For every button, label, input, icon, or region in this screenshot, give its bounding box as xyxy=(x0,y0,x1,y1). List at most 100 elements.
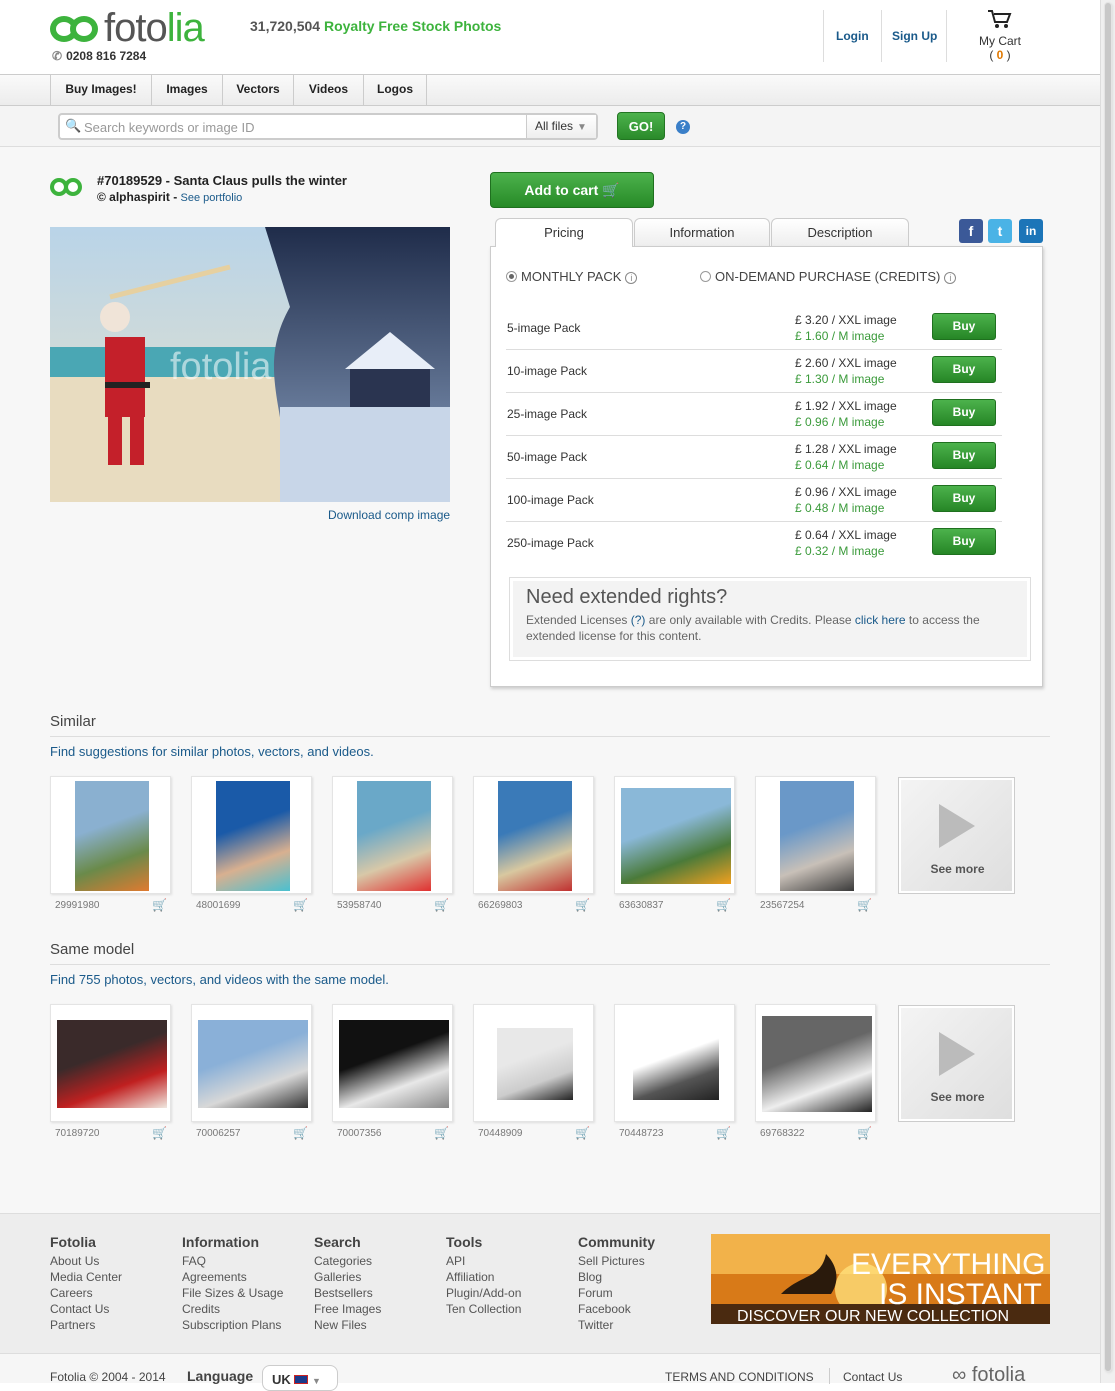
buy-button[interactable]: Buy xyxy=(932,442,996,469)
footer-link[interactable]: Facebook xyxy=(578,1301,655,1317)
footer-link[interactable]: FAQ xyxy=(182,1253,283,1269)
go-button[interactable]: GO! xyxy=(617,112,665,140)
footer-link[interactable]: About Us xyxy=(50,1253,122,1269)
footer-link[interactable]: Subscription Plans xyxy=(182,1317,283,1333)
nav-images[interactable]: Images xyxy=(151,75,222,106)
banner-line-1: EVERYTHING xyxy=(851,1248,1046,1281)
my-cart[interactable]: My Cart ( 0 ) xyxy=(975,8,1025,62)
click-here-link[interactable]: click here xyxy=(855,613,906,627)
language-select[interactable]: UK ▼ xyxy=(262,1365,338,1391)
similar-thumbnail[interactable] xyxy=(473,776,594,894)
add-to-cart-icon[interactable]: 🛒 xyxy=(152,1126,167,1140)
see-more-same-model-button[interactable]: See more xyxy=(898,1005,1015,1122)
nav-videos[interactable]: Videos xyxy=(293,75,363,106)
footer-link[interactable]: Twitter xyxy=(578,1317,655,1333)
add-to-cart-icon[interactable]: 🛒 xyxy=(575,1126,590,1140)
contact-link[interactable]: Contact Us xyxy=(843,1370,902,1384)
footer-link[interactable]: Bestsellers xyxy=(314,1285,381,1301)
buy-button[interactable]: Buy xyxy=(932,313,996,340)
download-comp-link[interactable]: Download comp image xyxy=(328,508,450,522)
same-model-thumbnail[interactable] xyxy=(755,1004,876,1122)
add-to-cart-button[interactable]: Add to cart 🛒 xyxy=(490,172,654,208)
similar-thumbnail[interactable] xyxy=(614,776,735,894)
tab-pricing[interactable]: Pricing xyxy=(495,218,633,247)
footer-link[interactable]: Forum xyxy=(578,1285,655,1301)
footer-link[interactable]: Categories xyxy=(314,1253,381,1269)
footer-link[interactable]: Careers xyxy=(50,1285,122,1301)
add-to-cart-icon[interactable]: 🛒 xyxy=(857,1126,872,1140)
add-to-cart-label: Add to cart xyxy=(524,182,599,198)
footer-link[interactable]: Plugin/Add-on xyxy=(446,1285,521,1301)
footer-link[interactable]: Sell Pictures xyxy=(578,1253,655,1269)
footer-link[interactable]: New Files xyxy=(314,1317,381,1333)
add-to-cart-icon[interactable]: 🛒 xyxy=(434,1126,449,1140)
linkedin-icon[interactable]: in xyxy=(1019,219,1043,243)
monthly-pack-radio[interactable]: MONTHLY PACK i xyxy=(506,269,638,284)
add-to-cart-icon[interactable]: 🛒 xyxy=(293,1126,308,1140)
footer-link[interactable]: Blog xyxy=(578,1269,655,1285)
buy-button[interactable]: Buy xyxy=(932,356,996,383)
same-model-subtitle[interactable]: Find 755 photos, vectors, and videos wit… xyxy=(50,972,389,987)
same-model-thumbnail[interactable] xyxy=(50,1004,171,1122)
add-to-cart-icon[interactable]: 🛒 xyxy=(152,898,167,912)
footer-link[interactable]: Credits xyxy=(182,1301,283,1317)
signup-link[interactable]: Sign Up xyxy=(892,29,937,43)
help-icon[interactable]: ? xyxy=(676,120,690,134)
footer-link[interactable]: Agreements xyxy=(182,1269,283,1285)
credits-radio[interactable]: ON-DEMAND PURCHASE (CREDITS) i xyxy=(700,269,957,284)
footer-link[interactable]: Media Center xyxy=(50,1269,122,1285)
add-to-cart-icon[interactable]: 🛒 xyxy=(716,898,731,912)
info-icon[interactable]: i xyxy=(944,272,957,284)
add-to-cart-icon[interactable]: 🛒 xyxy=(575,898,590,912)
add-to-cart-icon[interactable]: 🛒 xyxy=(716,1126,731,1140)
footer-link[interactable]: API xyxy=(446,1253,521,1269)
file-type-select[interactable]: All files ▼ xyxy=(526,115,596,138)
similar-thumbnail[interactable] xyxy=(191,776,312,894)
footer-link[interactable]: Affiliation xyxy=(446,1269,521,1285)
twitter-icon[interactable]: t xyxy=(988,219,1012,243)
buy-button[interactable]: Buy xyxy=(932,485,996,512)
new-collection-banner[interactable]: EVERYTHING IS INSTANT DISCOVER OUR NEW C… xyxy=(711,1234,1050,1324)
phone-text: 0208 816 7284 xyxy=(66,49,147,63)
same-model-thumbnail[interactable] xyxy=(473,1004,594,1122)
nav-logos[interactable]: Logos xyxy=(363,75,427,106)
pack-name: 100-image Pack xyxy=(507,493,594,507)
similar-subtitle[interactable]: Find suggestions for similar photos, vec… xyxy=(50,744,374,759)
vertical-scrollbar[interactable] xyxy=(1100,0,1115,1383)
ext-help-link[interactable]: (?) xyxy=(631,613,646,627)
buy-button[interactable]: Buy xyxy=(932,399,996,426)
fotolia-logo[interactable]: fotolia xyxy=(50,6,220,50)
footer-link[interactable]: Contact Us xyxy=(50,1301,122,1317)
main-image[interactable]: fotolia xyxy=(50,227,450,502)
nav-buy-images[interactable]: Buy Images! xyxy=(50,75,151,106)
facebook-icon[interactable]: f xyxy=(959,219,983,243)
see-more-similar-button[interactable]: See more xyxy=(898,777,1015,894)
terms-link[interactable]: TERMS AND CONDITIONS xyxy=(665,1370,814,1384)
add-to-cart-icon[interactable]: 🛒 xyxy=(857,898,872,912)
similar-thumbnail[interactable] xyxy=(755,776,876,894)
similar-thumbnail[interactable] xyxy=(332,776,453,894)
footer-link[interactable]: Partners xyxy=(50,1317,122,1333)
radio-selected-icon xyxy=(506,271,517,282)
buy-button[interactable]: Buy xyxy=(932,528,996,555)
same-model-thumbnail[interactable] xyxy=(332,1004,453,1122)
search-input[interactable]: 🔍 Search keywords or image ID All files ▼ xyxy=(58,113,598,140)
nav-vectors[interactable]: Vectors xyxy=(222,75,293,106)
same-model-thumbnail[interactable] xyxy=(191,1004,312,1122)
footer-link[interactable]: Galleries xyxy=(314,1269,381,1285)
add-to-cart-icon[interactable]: 🛒 xyxy=(293,898,308,912)
divider xyxy=(50,964,1050,965)
see-portfolio-link[interactable]: See portfolio xyxy=(181,192,243,204)
similar-thumbnail[interactable] xyxy=(50,776,171,894)
add-to-cart-icon[interactable]: 🛒 xyxy=(434,898,449,912)
pack-row: 250-image Pack £ 0.64 / XXL image £ 0.32 /… xyxy=(506,522,1002,565)
same-model-thumbnail[interactable] xyxy=(614,1004,735,1122)
info-icon[interactable]: i xyxy=(625,272,638,284)
footer-link[interactable]: Ten Collection xyxy=(446,1301,521,1317)
login-link[interactable]: Login xyxy=(836,29,869,43)
tab-information[interactable]: Information xyxy=(634,218,770,246)
scrollbar-thumb[interactable] xyxy=(1104,2,1112,1372)
tab-description[interactable]: Description xyxy=(771,218,909,246)
footer-link[interactable]: File Sizes & Usage xyxy=(182,1285,283,1301)
footer-link[interactable]: Free Images xyxy=(314,1301,381,1317)
